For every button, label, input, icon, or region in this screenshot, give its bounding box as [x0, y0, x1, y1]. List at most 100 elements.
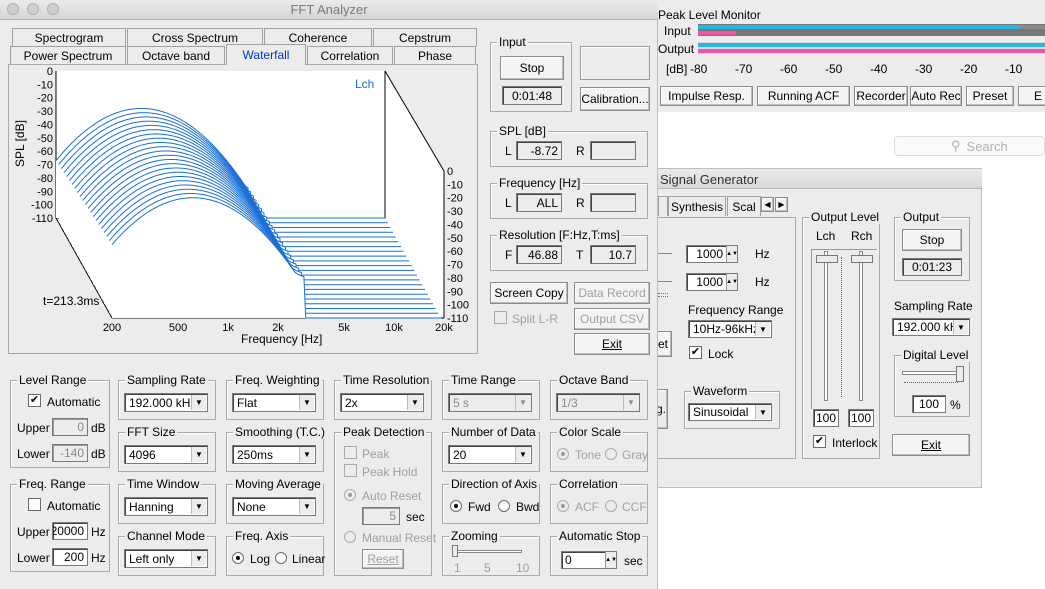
tab-correlation[interactable]: Correlation: [307, 46, 393, 64]
correlation-ccf-radio[interactable]: [605, 500, 617, 512]
input-stop-button[interactable]: Stop: [500, 56, 564, 80]
chevron-down-icon: ▼: [191, 395, 206, 410]
reset-button[interactable]: Reset: [362, 549, 404, 569]
y-tick-left: -110: [32, 213, 53, 225]
octave-band-select[interactable]: 1/3 ▼: [556, 393, 640, 412]
rch-level-field[interactable]: 100: [848, 409, 874, 427]
peak-checkbox[interactable]: [344, 446, 357, 459]
level-lower-field[interactable]: -140: [52, 444, 88, 462]
output-csv-button[interactable]: Output CSV: [574, 308, 650, 330]
freq-range-select[interactable]: 10Hz-96kHz ▼: [688, 320, 772, 338]
number-of-data-select[interactable]: 20 ▼: [448, 445, 532, 464]
level-lower-unit: dB: [91, 447, 106, 461]
plm-input-label: Input: [664, 24, 691, 38]
zoom-tick: 10: [516, 561, 530, 575]
manual-reset-radio[interactable]: [344, 531, 356, 543]
tab-scroll-right-button[interactable]: ▶: [775, 197, 788, 212]
waveform-select[interactable]: Sinusoidal ▼: [688, 403, 772, 421]
color-tone-label: Tone: [575, 448, 602, 462]
freq-axis-linear-radio[interactable]: [275, 552, 287, 564]
running-acf-button[interactable]: Running ACF: [757, 86, 850, 106]
freq-r-label: R: [576, 196, 585, 210]
close-icon[interactable]: [7, 3, 19, 15]
tab-scroll-left-button[interactable]: ◀: [761, 197, 774, 212]
tab-power-spectrum[interactable]: Power Spectrum: [10, 46, 126, 64]
auto-stop-unit: sec: [624, 554, 643, 568]
time-range-select[interactable]: 5 s ▼: [448, 393, 532, 412]
recorder-button[interactable]: Recorder: [854, 86, 908, 106]
calibration-button[interactable]: Calibration...: [580, 87, 650, 111]
auto-reset-radio[interactable]: [344, 489, 356, 501]
color-tone-radio[interactable]: [557, 448, 569, 460]
y-tick-left: 0: [47, 66, 53, 78]
y-tick-right: -50: [447, 233, 463, 245]
fft-size-select[interactable]: 4096 ▼: [124, 445, 208, 464]
freq-auto-checkbox[interactable]: [28, 498, 41, 511]
lock-label: Lock: [708, 347, 734, 361]
lch-level-field[interactable]: 100: [813, 409, 839, 427]
y-tick-right: -20: [447, 193, 463, 205]
digital-level-thumb[interactable]: [956, 366, 964, 382]
direction-bwd-radio[interactable]: [498, 500, 510, 512]
zooming-slider-thumb[interactable]: [452, 545, 458, 557]
freq-l-field: ALL: [516, 193, 562, 212]
freq-lower-label: Lower: [17, 551, 50, 565]
digital-level-slider[interactable]: [902, 371, 962, 375]
freq-weighting-select[interactable]: Flat ▼: [232, 393, 316, 412]
fft-exit-button[interactable]: Exit: [574, 333, 650, 355]
tab-octave-band[interactable]: Octave band: [127, 46, 225, 64]
freq-lower-field[interactable]: 200: [52, 548, 88, 566]
correlation-ccf-label: CCF: [622, 500, 647, 514]
freq-axis-log-radio[interactable]: [232, 552, 244, 564]
tab-spectrogram[interactable]: Spectrogram: [12, 28, 126, 46]
sg-exit-button[interactable]: Exit: [892, 434, 970, 456]
tab-phase[interactable]: Phase: [394, 46, 476, 64]
level-upper-field[interactable]: 0: [52, 418, 88, 436]
search-field[interactable]: ⚲ Search: [894, 136, 1045, 156]
minimize-icon[interactable]: [27, 3, 39, 15]
freq-l-label: L: [505, 196, 512, 210]
interlock-checkbox[interactable]: ✔: [813, 435, 826, 448]
time-window-select[interactable]: Hanning ▼: [124, 497, 208, 516]
lock-checkbox[interactable]: ✔: [689, 346, 702, 359]
preset-button[interactable]: Preset: [966, 86, 1014, 106]
impulse-resp-button[interactable]: Impulse Resp.: [660, 86, 753, 106]
freq-axis-log-label: Log: [250, 552, 271, 566]
res-t-label: T: [576, 248, 584, 262]
sampling-rate-select[interactable]: 192.000 kHz ▼: [124, 393, 208, 412]
smoothing-select[interactable]: 250ms ▼: [232, 445, 316, 464]
auto-stop-stepper[interactable]: ▲▼: [605, 552, 617, 568]
auto-rec-button[interactable]: Auto Rec: [910, 86, 962, 106]
color-gray-radio[interactable]: [605, 448, 617, 460]
rch-label: Rch: [851, 229, 873, 243]
freq-upper-field[interactable]: 20000: [52, 522, 88, 540]
tab-left-stub[interactable]: [658, 196, 668, 216]
digital-level-field[interactable]: 100: [912, 395, 946, 413]
split-lr-checkbox[interactable]: [494, 311, 507, 324]
tab-cepstrum[interactable]: Cepstrum: [373, 28, 477, 46]
tab-scale[interactable]: Scal: [727, 196, 761, 216]
screen-copy-button[interactable]: Screen Copy: [490, 282, 568, 304]
sg-sampling-rate-select[interactable]: 192.000 kH: ▼: [892, 318, 970, 336]
freq2-unit: Hz: [755, 275, 770, 289]
sg-stop-button[interactable]: Stop: [902, 229, 962, 251]
tab-waterfall[interactable]: Waterfall: [226, 44, 306, 65]
freq1-stepper[interactable]: ▲▼: [726, 246, 738, 262]
moving-average-select[interactable]: None ▼: [232, 497, 316, 516]
chevron-down-icon: ▼: [299, 499, 314, 514]
correlation-acf-radio[interactable]: [557, 500, 569, 512]
peak-hold-checkbox[interactable]: [344, 464, 357, 477]
freq2-stepper[interactable]: ▲▼: [726, 274, 738, 290]
data-record-button[interactable]: Data Record: [574, 282, 650, 304]
channel-mode-select[interactable]: Left only ▼: [124, 549, 208, 568]
zoom-icon[interactable]: [47, 3, 59, 15]
direction-fwd-radio[interactable]: [450, 500, 462, 512]
more-button[interactable]: E: [1018, 86, 1045, 106]
res-f-label: F: [505, 248, 513, 262]
time-resolution-select[interactable]: 2x ▼: [340, 393, 424, 412]
tab-synthesis[interactable]: Synthesis: [668, 196, 726, 216]
zoom-tick: 1: [454, 561, 461, 575]
auto-reset-sec-field[interactable]: 5: [362, 507, 400, 525]
level-auto-checkbox[interactable]: ✔: [28, 394, 41, 407]
peak-hold-label: Peak Hold: [362, 465, 418, 479]
